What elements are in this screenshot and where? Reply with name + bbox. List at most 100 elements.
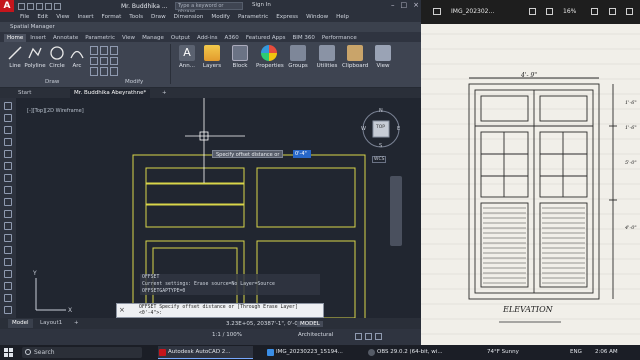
taskbar-app-obs[interactable]: OBS 29.0.2 (64-bit, wi... [367, 346, 455, 359]
units-selector[interactable]: Architectural [298, 332, 333, 338]
menu-express[interactable]: Express [276, 14, 298, 20]
history-line: OFFSET [140, 274, 320, 281]
trim-icon[interactable] [110, 56, 118, 66]
new-icon[interactable] [18, 2, 25, 10]
spatial-manager-bar[interactable]: Spatial Manager [0, 22, 421, 32]
add-layout-button[interactable]: + [70, 319, 83, 328]
utilities-icon [319, 45, 335, 61]
weather-widget[interactable]: 74°F Sunny [487, 345, 519, 360]
groups-button[interactable]: Groups [285, 45, 311, 69]
width-dimension: 4'- 9" [521, 72, 537, 79]
annotation-button[interactable]: A Ann... [174, 45, 200, 69]
close-icon[interactable]: × [413, 1, 419, 9]
tab-insert[interactable]: Insert [27, 34, 49, 42]
more-icon[interactable] [626, 8, 633, 15]
tab-annotate[interactable]: Annotate [50, 34, 81, 42]
annotation-scale[interactable]: 1:1 / 100% [212, 332, 242, 338]
minimize-icon[interactable]: – [391, 1, 395, 9]
open-icon[interactable] [27, 2, 34, 10]
command-line-text[interactable]: OFFSET Specify offset distance or [Throu… [139, 305, 319, 317]
clock[interactable]: 2:06 AM [595, 345, 618, 360]
language-indicator[interactable]: ENG [570, 345, 582, 360]
customize-icon[interactable] [375, 333, 382, 340]
wcs-button[interactable]: WCS [372, 156, 387, 163]
help-search-input[interactable]: Type a keyword or phrase [175, 2, 243, 15]
sign-in-button[interactable]: Sign In [252, 2, 271, 8]
dynamic-input-prompt: Specify offset distance or [212, 150, 284, 158]
zoom-out-icon[interactable] [546, 8, 553, 15]
tab-view[interactable]: View [119, 34, 138, 42]
tab-model[interactable]: Model [8, 319, 33, 328]
dynamic-input-value[interactable]: 0'-4" [293, 150, 311, 158]
tab-manage[interactable]: Manage [139, 34, 167, 42]
maximize-icon[interactable]: □ [401, 1, 408, 9]
tab-parametric[interactable]: Parametric [82, 34, 118, 42]
taskbar-search[interactable]: Search [22, 347, 142, 358]
ucs-y-label: Y [32, 270, 37, 277]
panel-draw-label[interactable]: Draw [45, 79, 59, 85]
autocad-app-icon [159, 349, 166, 356]
menu-view[interactable]: View [56, 14, 69, 20]
command-line[interactable]: × OFFSET Specify offset distance or [Thr… [116, 303, 324, 318]
ribbon-tabs: Home Insert Annotate Parametric View Man… [0, 32, 421, 42]
zoom-in-icon[interactable] [529, 8, 536, 15]
properties-button[interactable]: Properties [256, 45, 284, 69]
menu-help[interactable]: Help [336, 14, 349, 20]
start-button[interactable] [4, 348, 13, 357]
tab-output[interactable]: Output [168, 34, 193, 42]
tab-bim360[interactable]: BIM 360 [289, 34, 317, 42]
menu-window[interactable]: Window [306, 14, 328, 20]
rectangle-icon[interactable] [90, 46, 98, 55]
clipboard-label: Clipboard [342, 63, 369, 69]
menu-edit[interactable]: Edit [37, 14, 48, 20]
fit-icon[interactable] [591, 8, 598, 15]
hatch-icon[interactable] [100, 46, 108, 55]
obs-app-icon [368, 349, 375, 356]
fillet-icon[interactable] [110, 67, 118, 76]
close-command-icon[interactable]: × [119, 306, 125, 314]
tab-start[interactable]: Start [14, 89, 35, 98]
tab-add-ins[interactable]: Add-ins [194, 34, 221, 42]
model-space-button[interactable]: MODEL [297, 321, 323, 327]
menu-tools[interactable]: Tools [129, 14, 143, 20]
rotate-icon[interactable] [100, 56, 108, 66]
taskbar-app-autocad[interactable]: Autodesk AutoCAD 2... [158, 346, 253, 359]
right-dimension-2: 5'-0" [625, 160, 637, 166]
drawing-canvas[interactable]: [-][Top][2D Wireframe] Y X TOP N S E W W… [0, 98, 421, 318]
tab-featured-apps[interactable]: Featured Apps [243, 34, 289, 42]
menu-draw[interactable]: Draw [151, 14, 166, 20]
copy-icon[interactable] [90, 67, 98, 76]
menu-insert[interactable]: Insert [78, 14, 94, 20]
ellipse-icon[interactable] [110, 46, 118, 55]
clipboard-button[interactable]: Clipboard [342, 45, 368, 69]
panel-modify-label[interactable]: Modify [125, 79, 143, 85]
settings-icon[interactable] [355, 333, 362, 340]
tab-performance[interactable]: Performance [319, 34, 360, 42]
utilities-button[interactable]: Utilities [314, 45, 340, 69]
rotate-icon[interactable] [609, 8, 616, 15]
menu-modify[interactable]: Modify [211, 14, 230, 20]
menu-parametric[interactable]: Parametric [238, 14, 268, 20]
view-button[interactable]: View [370, 45, 396, 69]
tab-layout1[interactable]: Layout1 [36, 319, 66, 328]
new-tab-button[interactable]: + [158, 89, 171, 98]
save-icon[interactable] [36, 2, 43, 10]
redo-icon[interactable] [54, 2, 61, 10]
menu-file[interactable]: File [20, 14, 29, 20]
undo-icon[interactable] [45, 2, 52, 10]
arc-button[interactable]: Arc [64, 45, 90, 69]
move-icon[interactable] [90, 56, 98, 66]
tab-home[interactable]: Home [4, 34, 27, 42]
menu-format[interactable]: Format [102, 14, 122, 20]
tab-a360[interactable]: A360 [222, 34, 242, 42]
layers-button[interactable]: Layers [199, 45, 225, 69]
mirror-icon[interactable] [100, 67, 108, 76]
taskbar-app-photos[interactable]: IMG_20230223_15194... [266, 346, 356, 359]
navigation-bar[interactable] [390, 176, 402, 246]
menu-dimension[interactable]: Dimension [174, 14, 204, 20]
taskbar-search-label: Search [34, 349, 55, 356]
autocad-logo-icon[interactable]: A [0, 0, 14, 12]
fullscreen-icon[interactable] [365, 333, 372, 340]
block-button[interactable]: Block [227, 45, 253, 69]
tab-drawing[interactable]: Mr. Buddhika Abeyrathne* [70, 89, 151, 98]
